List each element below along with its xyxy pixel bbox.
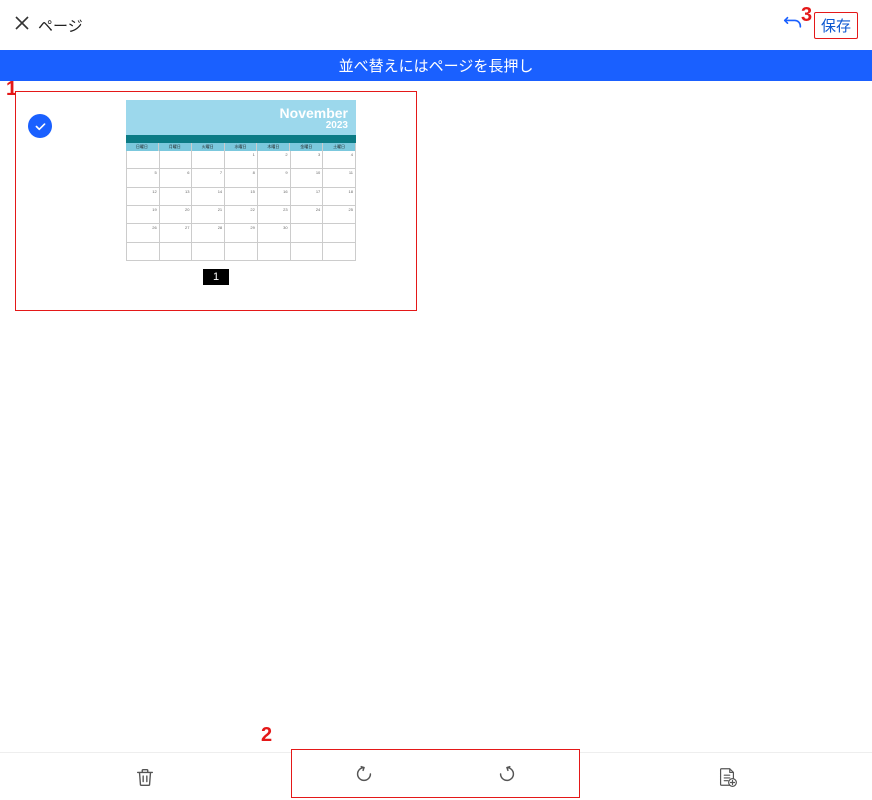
instruction-banner: 並べ替えにはページを長押し: [0, 50, 872, 81]
rotate-left-button[interactable]: [292, 750, 436, 797]
annotation-3: 3: [801, 4, 812, 27]
header-right: 保存: [782, 12, 858, 39]
calendar-cell: [291, 224, 324, 242]
calendar-cell: 25: [323, 206, 356, 224]
calendar-cell: 4: [323, 151, 356, 169]
banner-text: 並べ替えにはページを長押し: [339, 58, 534, 75]
calendar-year: 2023: [134, 120, 348, 132]
calendar-cell: 12: [127, 188, 160, 206]
calendar-day-header: 木曜日: [257, 143, 290, 151]
calendar-cell: 21: [192, 206, 225, 224]
calendar-day-header: 水曜日: [225, 143, 258, 151]
calendar-cell: [127, 243, 160, 261]
calendar-preview: November 2023 日曜日月曜日火曜日水曜日木曜日金曜日土曜日 1234…: [126, 100, 356, 261]
add-page-button[interactable]: [581, 766, 872, 788]
calendar-cell: 18: [323, 188, 356, 206]
calendar-cell: 3: [291, 151, 324, 169]
calendar-cell: [127, 151, 160, 169]
calendar-header: November 2023: [126, 100, 356, 135]
calendar-cell: 2: [258, 151, 291, 169]
rotate-left-icon: [353, 763, 375, 785]
close-icon[interactable]: [14, 15, 30, 35]
save-button[interactable]: 保存: [814, 12, 858, 39]
calendar-cell: 10: [291, 169, 324, 187]
page-number-badge: 1: [203, 269, 229, 285]
calendar-cell: 30: [258, 224, 291, 242]
calendar-cell: [258, 243, 291, 261]
add-page-icon: [716, 766, 738, 788]
calendar-cell: 17: [291, 188, 324, 206]
calendar-cell: 9: [258, 169, 291, 187]
rotate-button-group: [291, 749, 580, 798]
header-left: ページ: [14, 15, 83, 36]
calendar-cell: [323, 243, 356, 261]
calendar-subbar: [126, 135, 356, 143]
calendar-cell: 19: [127, 206, 160, 224]
content-area: November 2023 日曜日月曜日火曜日水曜日木曜日金曜日土曜日 1234…: [0, 81, 872, 321]
calendar-cell: [225, 243, 258, 261]
calendar-cell: 28: [192, 224, 225, 242]
calendar-cell: 8: [225, 169, 258, 187]
delete-button[interactable]: [0, 766, 291, 788]
calendar-cell: [291, 243, 324, 261]
calendar-cell: [323, 224, 356, 242]
calendar-cell: 14: [192, 188, 225, 206]
page-title: ページ: [38, 15, 83, 36]
calendar-cell: 29: [225, 224, 258, 242]
calendar-cell: 23: [258, 206, 291, 224]
calendar-day-header: 土曜日: [323, 143, 356, 151]
calendar-day-header: 火曜日: [192, 143, 225, 151]
calendar-cell: 27: [160, 224, 193, 242]
calendar-day-headers: 日曜日月曜日火曜日水曜日木曜日金曜日土曜日: [126, 143, 356, 151]
calendar-day-header: 日曜日: [126, 143, 159, 151]
calendar-cell: [192, 151, 225, 169]
calendar-cell: [160, 243, 193, 261]
calendar-cell: 20: [160, 206, 193, 224]
selected-check-icon[interactable]: [28, 114, 52, 138]
calendar-cell: 26: [127, 224, 160, 242]
calendar-cell: 16: [258, 188, 291, 206]
annotation-2: 2: [261, 724, 272, 747]
calendar-cell: 5: [127, 169, 160, 187]
calendar-cell: 11: [323, 169, 356, 187]
calendar-cell: 1: [225, 151, 258, 169]
calendar-cell: [160, 151, 193, 169]
calendar-grid: 1234567891011121314151617181920212223242…: [126, 151, 356, 261]
calendar-day-header: 月曜日: [159, 143, 192, 151]
calendar-cell: 24: [291, 206, 324, 224]
rotate-right-icon: [496, 763, 518, 785]
calendar-day-header: 金曜日: [290, 143, 323, 151]
calendar-cell: 15: [225, 188, 258, 206]
calendar-month: November: [134, 106, 348, 120]
header: ページ 保存: [0, 0, 872, 50]
rotate-right-button[interactable]: [436, 750, 580, 797]
page-thumbnail[interactable]: November 2023 日曜日月曜日火曜日水曜日木曜日金曜日土曜日 1234…: [15, 91, 417, 311]
calendar-cell: [192, 243, 225, 261]
calendar-cell: 22: [225, 206, 258, 224]
trash-icon: [134, 766, 156, 788]
calendar-cell: 6: [160, 169, 193, 187]
calendar-cell: 13: [160, 188, 193, 206]
calendar-cell: 7: [192, 169, 225, 187]
